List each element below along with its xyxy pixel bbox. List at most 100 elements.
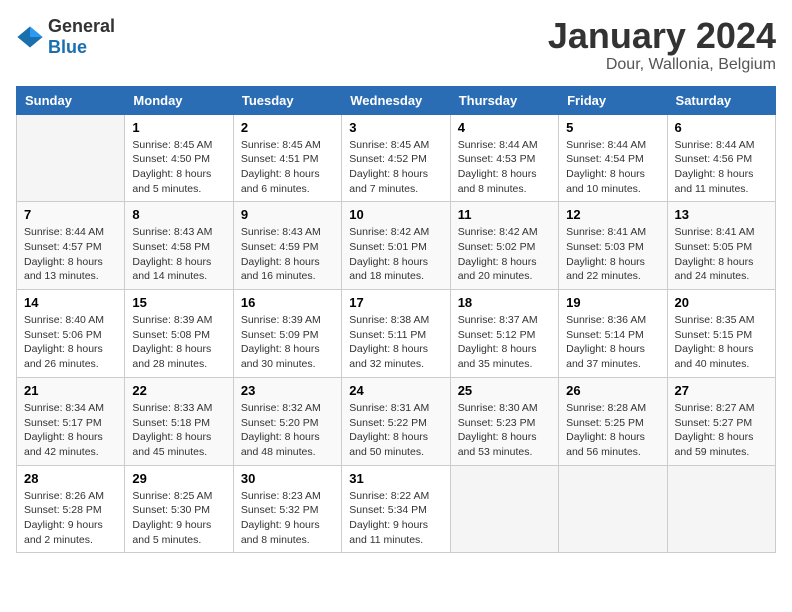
day-number: 23	[241, 383, 334, 398]
day-number: 22	[132, 383, 225, 398]
day-info: Sunrise: 8:32 AM Sunset: 5:20 PM Dayligh…	[241, 401, 334, 460]
location-title: Dour, Wallonia, Belgium	[548, 56, 776, 74]
calendar-cell: 6 Sunrise: 8:44 AM Sunset: 4:56 PM Daylig…	[667, 114, 775, 202]
day-info: Sunrise: 8:28 AM Sunset: 5:25 PM Dayligh…	[566, 401, 659, 460]
calendar-cell	[17, 114, 125, 202]
month-title: January 2024	[548, 16, 776, 56]
day-info: Sunrise: 8:43 AM Sunset: 4:58 PM Dayligh…	[132, 225, 225, 284]
day-number: 15	[132, 295, 225, 310]
day-number: 11	[458, 207, 551, 222]
day-number: 26	[566, 383, 659, 398]
page-header: General Blue January 2024 Dour, Wallonia…	[16, 16, 776, 74]
day-info: Sunrise: 8:44 AM Sunset: 4:54 PM Dayligh…	[566, 138, 659, 197]
day-number: 10	[349, 207, 442, 222]
day-number: 16	[241, 295, 334, 310]
day-info: Sunrise: 8:44 AM Sunset: 4:57 PM Dayligh…	[24, 225, 117, 284]
day-info: Sunrise: 8:22 AM Sunset: 5:34 PM Dayligh…	[349, 489, 442, 548]
calendar-cell: 19Sunrise: 8:36 AM Sunset: 5:14 PM Dayli…	[559, 290, 667, 378]
day-number: 28	[24, 471, 117, 486]
calendar-cell: 10 Sunrise: 8:42 AM Sunset: 5:01 PM Dayli…	[342, 202, 450, 290]
calendar-cell: 14 Sunrise: 8:40 AM Sunset: 5:06 PM Dayli…	[17, 290, 125, 378]
day-info: Sunrise: 8:27 AM Sunset: 5:27 PM Dayligh…	[675, 401, 768, 460]
calendar-week-3: 14 Sunrise: 8:40 AM Sunset: 5:06 PM Dayli…	[17, 290, 776, 378]
logo-text-blue: Blue	[48, 37, 87, 57]
calendar-body: 1 Sunrise: 8:45 AM Sunset: 4:50 PM Daylig…	[17, 114, 776, 553]
day-number: 7	[24, 207, 117, 222]
day-number: 5	[566, 120, 659, 135]
day-number: 4	[458, 120, 551, 135]
day-info: Sunrise: 8:35 AM Sunset: 5:15 PM Dayligh…	[675, 313, 768, 372]
calendar-week-5: 28 Sunrise: 8:26 AM Sunset: 5:28 PM Dayli…	[17, 465, 776, 553]
day-info: Sunrise: 8:45 AM Sunset: 4:52 PM Dayligh…	[349, 138, 442, 197]
day-info: Sunrise: 8:34 AM Sunset: 5:17 PM Dayligh…	[24, 401, 117, 460]
day-number: 17	[349, 295, 442, 310]
header-day-monday: Monday	[125, 86, 233, 114]
header-row: SundayMondayTuesdayWednesdayThursdayFrid…	[17, 86, 776, 114]
calendar-week-2: 7 Sunrise: 8:44 AM Sunset: 4:57 PM Daylig…	[17, 202, 776, 290]
day-info: Sunrise: 8:39 AM Sunset: 5:08 PM Dayligh…	[132, 313, 225, 372]
day-info: Sunrise: 8:30 AM Sunset: 5:23 PM Dayligh…	[458, 401, 551, 460]
day-info: Sunrise: 8:33 AM Sunset: 5:18 PM Dayligh…	[132, 401, 225, 460]
calendar-cell	[450, 465, 558, 553]
day-number: 2	[241, 120, 334, 135]
header-day-thursday: Thursday	[450, 86, 558, 114]
calendar-header: SundayMondayTuesdayWednesdayThursdayFrid…	[17, 86, 776, 114]
day-number: 20	[675, 295, 768, 310]
day-number: 19	[566, 295, 659, 310]
calendar-cell	[667, 465, 775, 553]
calendar-cell: 23 Sunrise: 8:32 AM Sunset: 5:20 PM Dayli…	[233, 377, 341, 465]
calendar-cell: 4 Sunrise: 8:44 AM Sunset: 4:53 PM Daylig…	[450, 114, 558, 202]
header-day-sunday: Sunday	[17, 86, 125, 114]
day-info: Sunrise: 8:42 AM Sunset: 5:01 PM Dayligh…	[349, 225, 442, 284]
day-info: Sunrise: 8:23 AM Sunset: 5:32 PM Dayligh…	[241, 489, 334, 548]
calendar-cell: 27Sunrise: 8:27 AM Sunset: 5:27 PM Dayli…	[667, 377, 775, 465]
calendar-cell: 16Sunrise: 8:39 AM Sunset: 5:09 PM Dayli…	[233, 290, 341, 378]
calendar-cell: 1 Sunrise: 8:45 AM Sunset: 4:50 PM Daylig…	[125, 114, 233, 202]
calendar-week-4: 21 Sunrise: 8:34 AM Sunset: 5:17 PM Dayli…	[17, 377, 776, 465]
calendar-cell: 28 Sunrise: 8:26 AM Sunset: 5:28 PM Dayli…	[17, 465, 125, 553]
day-info: Sunrise: 8:26 AM Sunset: 5:28 PM Dayligh…	[24, 489, 117, 548]
header-day-friday: Friday	[559, 86, 667, 114]
calendar-cell: 24Sunrise: 8:31 AM Sunset: 5:22 PM Dayli…	[342, 377, 450, 465]
header-day-wednesday: Wednesday	[342, 86, 450, 114]
calendar-cell: 22 Sunrise: 8:33 AM Sunset: 5:18 PM Dayli…	[125, 377, 233, 465]
calendar-cell: 25 Sunrise: 8:30 AM Sunset: 5:23 PM Dayli…	[450, 377, 558, 465]
day-info: Sunrise: 8:44 AM Sunset: 4:56 PM Dayligh…	[675, 138, 768, 197]
day-info: Sunrise: 8:45 AM Sunset: 4:51 PM Dayligh…	[241, 138, 334, 197]
day-number: 24	[349, 383, 442, 398]
calendar-cell: 26 Sunrise: 8:28 AM Sunset: 5:25 PM Dayli…	[559, 377, 667, 465]
calendar-cell: 31Sunrise: 8:22 AM Sunset: 5:34 PM Dayli…	[342, 465, 450, 553]
day-info: Sunrise: 8:45 AM Sunset: 4:50 PM Dayligh…	[132, 138, 225, 197]
calendar-cell: 30 Sunrise: 8:23 AM Sunset: 5:32 PM Dayli…	[233, 465, 341, 553]
day-number: 14	[24, 295, 117, 310]
logo-text-general: General	[48, 16, 115, 36]
day-info: Sunrise: 8:41 AM Sunset: 5:05 PM Dayligh…	[675, 225, 768, 284]
day-number: 30	[241, 471, 334, 486]
day-info: Sunrise: 8:40 AM Sunset: 5:06 PM Dayligh…	[24, 313, 117, 372]
calendar-cell: 13Sunrise: 8:41 AM Sunset: 5:05 PM Dayli…	[667, 202, 775, 290]
calendar-cell	[559, 465, 667, 553]
calendar-cell: 8 Sunrise: 8:43 AM Sunset: 4:58 PM Daylig…	[125, 202, 233, 290]
calendar-cell: 11 Sunrise: 8:42 AM Sunset: 5:02 PM Dayli…	[450, 202, 558, 290]
day-number: 25	[458, 383, 551, 398]
day-info: Sunrise: 8:37 AM Sunset: 5:12 PM Dayligh…	[458, 313, 551, 372]
day-number: 3	[349, 120, 442, 135]
day-info: Sunrise: 8:42 AM Sunset: 5:02 PM Dayligh…	[458, 225, 551, 284]
calendar-table: SundayMondayTuesdayWednesdayThursdayFrid…	[16, 86, 776, 554]
day-number: 18	[458, 295, 551, 310]
header-day-tuesday: Tuesday	[233, 86, 341, 114]
day-info: Sunrise: 8:41 AM Sunset: 5:03 PM Dayligh…	[566, 225, 659, 284]
calendar-cell: 15 Sunrise: 8:39 AM Sunset: 5:08 PM Dayli…	[125, 290, 233, 378]
day-number: 1	[132, 120, 225, 135]
calendar-cell: 20 Sunrise: 8:35 AM Sunset: 5:15 PM Dayli…	[667, 290, 775, 378]
calendar-cell: 29Sunrise: 8:25 AM Sunset: 5:30 PM Dayli…	[125, 465, 233, 553]
calendar-week-1: 1 Sunrise: 8:45 AM Sunset: 4:50 PM Daylig…	[17, 114, 776, 202]
day-number: 29	[132, 471, 225, 486]
day-number: 6	[675, 120, 768, 135]
calendar-cell: 5 Sunrise: 8:44 AM Sunset: 4:54 PM Daylig…	[559, 114, 667, 202]
calendar-cell: 12Sunrise: 8:41 AM Sunset: 5:03 PM Dayli…	[559, 202, 667, 290]
day-info: Sunrise: 8:44 AM Sunset: 4:53 PM Dayligh…	[458, 138, 551, 197]
day-number: 9	[241, 207, 334, 222]
day-number: 8	[132, 207, 225, 222]
day-number: 21	[24, 383, 117, 398]
